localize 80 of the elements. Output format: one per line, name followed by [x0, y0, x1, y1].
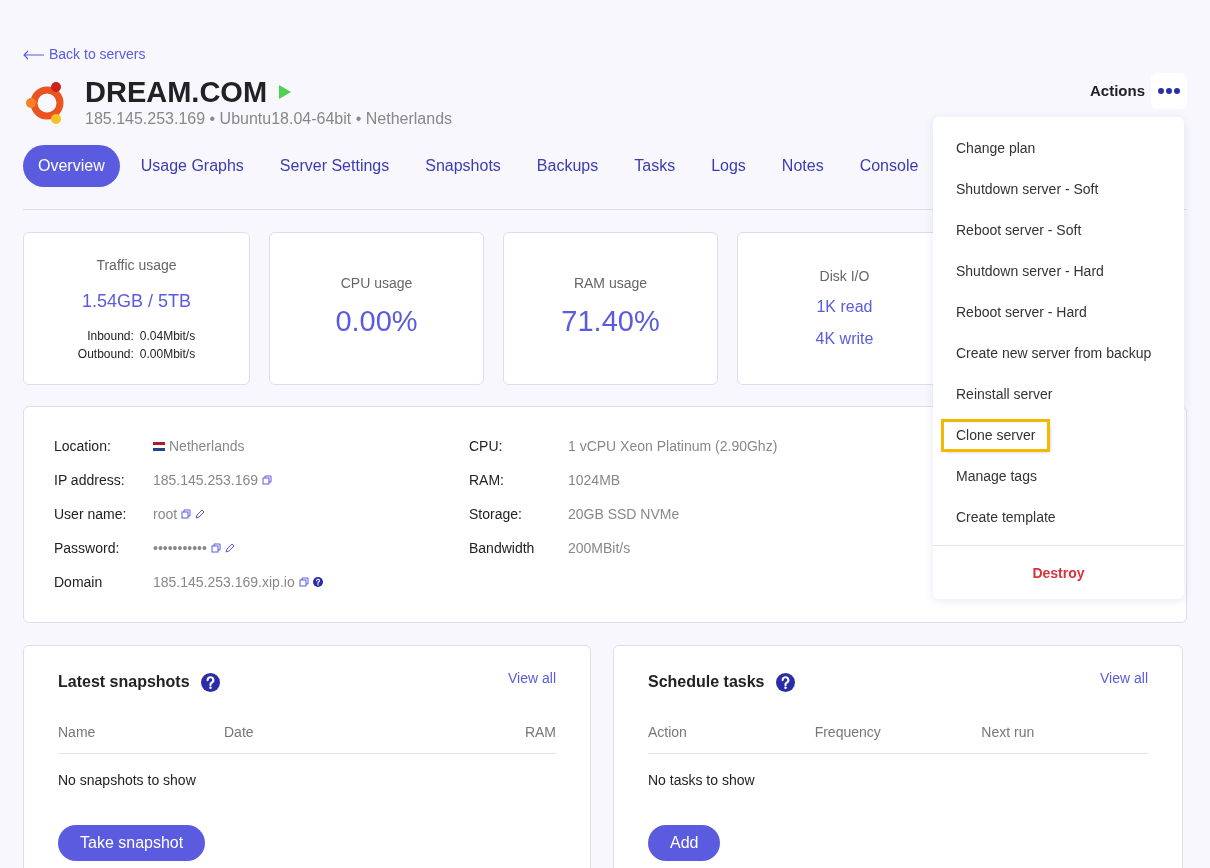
detail-label: User name:: [54, 504, 128, 524]
stat-row-value: 0.04Mbit/s: [139, 327, 196, 345]
menu-item[interactable]: Reboot server - Soft: [944, 217, 1094, 244]
detail-value: 185.145.253.169: [153, 470, 259, 490]
more-button[interactable]: [1151, 73, 1187, 109]
menu-item[interactable]: Create new server from backup: [944, 340, 1164, 367]
detail-value: 200MBit/s: [568, 538, 631, 558]
stat-row-label: Inbound:: [86, 327, 134, 345]
help-icon[interactable]: [775, 672, 795, 692]
menu-item[interactable]: Change plan: [944, 135, 1048, 162]
stat-value: 71.40%: [561, 304, 660, 340]
detail-value: Netherlands: [169, 436, 245, 456]
tab[interactable]: Tasks: [619, 145, 691, 187]
pencil-icon[interactable]: [224, 543, 235, 553]
panel-button[interactable]: Add: [648, 825, 721, 861]
tab[interactable]: Overview: [23, 145, 120, 187]
stat-title: Traffic usage: [96, 255, 177, 275]
view-all-link[interactable]: View all: [508, 668, 556, 694]
stat-row-label: Outbound:: [77, 345, 134, 363]
menu-item[interactable]: Shutdown server - Soft: [944, 176, 1111, 203]
tab[interactable]: Notes: [766, 145, 839, 187]
stat-title: RAM usage: [573, 274, 648, 294]
copy-icon[interactable]: [210, 543, 221, 553]
server-subtitle: 185.145.253.169 • Ubuntu18.04-64bit • Netherlands: [85, 109, 453, 129]
empty-message: No snapshots to show: [58, 771, 197, 790]
more-icon: [1158, 88, 1180, 94]
stat-value: 1.54GB / 5TB: [81, 289, 192, 313]
panel-button[interactable]: Take snapshot: [58, 825, 206, 861]
detail-label: Bandwidth: [469, 538, 536, 558]
stat-value: 4K write: [815, 329, 874, 349]
stat-title: CPU usage: [340, 274, 413, 294]
tab[interactable]: Usage Graphs: [125, 145, 259, 187]
arrow-left-icon: [23, 49, 45, 60]
detail-label: Password:: [54, 538, 121, 558]
pencil-icon[interactable]: [195, 509, 206, 519]
column-header: Date: [224, 723, 255, 742]
detail-value: •••••••••••: [153, 538, 207, 558]
panel-title: Schedule tasks: [648, 672, 765, 692]
stat-value: 0.00%: [335, 304, 418, 340]
detail-label: IP address:: [54, 470, 126, 490]
tab[interactable]: Console: [844, 145, 934, 187]
column-header: RAM: [523, 723, 556, 742]
detail-label: CPU:: [469, 436, 504, 456]
column-header: Name: [58, 723, 97, 742]
tab[interactable]: Snapshots: [410, 145, 516, 187]
help-icon[interactable]: [200, 672, 220, 692]
detail-value: 1024MB: [568, 470, 621, 490]
stat-row-value: 0.00Mbit/s: [139, 345, 196, 363]
menu-item[interactable]: Clone server: [944, 422, 1048, 449]
detail-label: Storage:: [469, 504, 523, 524]
column-header: Next run: [981, 723, 1036, 742]
copy-icon[interactable]: [262, 475, 273, 485]
detail-value: 185.145.253.169.xip.io: [153, 572, 295, 592]
stat-value: 1K read: [816, 297, 873, 317]
column-header: Action: [648, 723, 688, 742]
empty-message: No tasks to show: [648, 771, 756, 790]
detail-value: root: [153, 504, 178, 524]
column-header: Frequency: [814, 723, 882, 742]
detail-label: RAM:: [469, 470, 505, 490]
menu-item[interactable]: Shutdown server - Hard: [944, 258, 1116, 285]
tab[interactable]: Logs: [696, 145, 761, 187]
help-icon[interactable]: [312, 577, 323, 587]
menu-item[interactable]: Create template: [944, 504, 1068, 531]
view-all-link[interactable]: View all: [1100, 668, 1148, 694]
actions-label: Actions: [1090, 80, 1145, 101]
detail-value: 1 vCPU Xeon Platinum (2.90Ghz): [568, 436, 778, 456]
menu-item[interactable]: Destroy: [1022, 558, 1095, 589]
detail-value: 20GB SSD NVMe: [568, 504, 680, 524]
back-link[interactable]: Back to servers: [23, 44, 146, 65]
menu-item[interactable]: Reinstall server: [944, 381, 1065, 408]
copy-icon[interactable]: [181, 509, 192, 519]
menu-item[interactable]: Reboot server - Hard: [944, 299, 1099, 326]
tab[interactable]: Server Settings: [264, 145, 405, 187]
menu-item[interactable]: Manage tags: [944, 463, 1049, 490]
tab[interactable]: Backups: [521, 145, 614, 187]
stat-title: Disk I/O: [819, 267, 870, 286]
server-name: DREAM.COM: [85, 75, 268, 109]
panel-title: Latest snapshots: [58, 672, 190, 692]
detail-label: Location:: [54, 436, 112, 456]
detail-label: Domain: [54, 572, 104, 592]
